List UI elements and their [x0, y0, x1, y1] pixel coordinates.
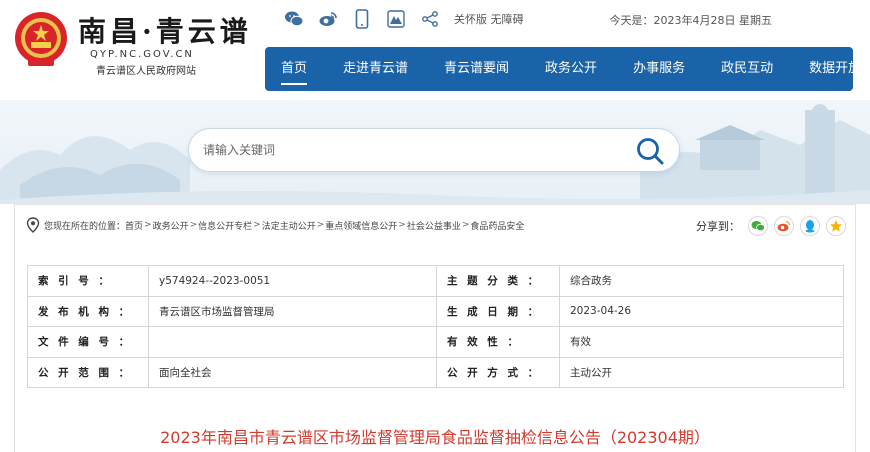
- table-row: 发 布 机 构 ： 青云谱区市场监督管理局 生 成 日 期 ： 2023-04-…: [27, 295, 844, 327]
- nav-item-open-data[interactable]: 数据开放: [809, 47, 861, 91]
- breadcrumb-separator: >: [189, 220, 198, 230]
- meta-value-scope: 面向全社会: [148, 356, 437, 388]
- share-icon[interactable]: [418, 8, 442, 30]
- nav-item-interaction[interactable]: 政民互动: [721, 47, 773, 91]
- breadcrumb-separator: >: [398, 220, 406, 230]
- top-toolbar: 关怀版 无障碍: [282, 8, 524, 30]
- breadcrumb-item-home[interactable]: 首页: [125, 219, 143, 232]
- meta-key-publisher: 发 布 机 构 ：: [27, 295, 149, 327]
- meta-key-created-date: 生 成 日 期 ：: [436, 295, 560, 327]
- search-input[interactable]: [203, 129, 623, 171]
- qq-icon: [805, 220, 815, 233]
- wechat-icon: [751, 221, 765, 232]
- breadcrumb-separator: >: [144, 220, 152, 230]
- table-row: 公 开 范 围 ： 面向全社会 公 开 方 式 ： 主动公开: [27, 356, 844, 388]
- meta-key-doc-number: 文 件 编 号 ：: [27, 326, 149, 358]
- search-button[interactable]: [633, 135, 667, 167]
- main-nav: 首页 走进青云谱 青云谱要闻 政务公开 办事服务 政民互动 数据开放: [265, 47, 861, 91]
- meta-key-validity: 有 效 性 ：: [436, 326, 560, 358]
- site-domain: QYP.NC.GOV.CN: [90, 49, 194, 60]
- accessibility-link[interactable]: 关怀版 无障碍: [454, 11, 524, 27]
- meta-value-created-date: 2023-04-26: [559, 295, 844, 327]
- meta-value-publisher: 青云谱区市场监督管理局: [148, 295, 437, 327]
- breadcrumb-separator: >: [461, 220, 470, 230]
- mobile-icon[interactable]: [350, 8, 374, 30]
- article-title: 2023年南昌市青云谱区市场监督管理局食品监督抽检信息公告（202304期）: [160, 428, 710, 447]
- wechat-icon[interactable]: [282, 8, 306, 30]
- weibo-icon[interactable]: [316, 8, 340, 30]
- meta-value-category: 综合政务: [559, 265, 844, 297]
- meta-key-scope: 公 开 范 围 ：: [27, 356, 149, 388]
- nav-item-about[interactable]: 走进青云谱: [343, 47, 408, 91]
- share-wechat-button[interactable]: [748, 216, 768, 236]
- breadcrumb-item-food-drug[interactable]: 食品药品安全: [470, 219, 524, 232]
- meta-key-method: 公 开 方 式 ：: [436, 356, 560, 388]
- search-icon: [637, 138, 664, 165]
- search-box: [188, 128, 680, 172]
- breadcrumb-item-public-welfare[interactable]: 社会公益事业: [407, 219, 461, 232]
- qzone-star-icon: [830, 220, 842, 232]
- breadcrumb-separator: >: [253, 220, 261, 230]
- meta-value-index-no: y574924--2023-0051: [148, 265, 437, 297]
- table-row: 索 引 号 ： y574924--2023-0051 主 题 分 类 ： 综合政…: [27, 265, 844, 297]
- site-subtitle: 青云谱区人民政府网站: [96, 66, 196, 77]
- document-meta-table: 索 引 号 ： y574924--2023-0051 主 题 分 类 ： 综合政…: [27, 265, 844, 388]
- app-icon[interactable]: [384, 8, 408, 30]
- breadcrumb: 您现在所在的位置： 首页 > 政务公开 > 信息公开专栏 > 法定主动公开 > …: [26, 217, 524, 233]
- nav-item-news[interactable]: 青云谱要闻: [444, 47, 509, 91]
- share-qzone-button[interactable]: [826, 216, 846, 236]
- national-emblem-icon: [15, 12, 67, 66]
- site-name-logo[interactable]: 南昌·青云谱: [78, 10, 252, 50]
- breadcrumb-item-key-areas[interactable]: 重点领域信息公开: [325, 219, 397, 232]
- meta-value-validity: 有效: [559, 326, 844, 358]
- weibo-icon: [777, 220, 791, 232]
- breadcrumb-separator: >: [316, 220, 325, 230]
- breadcrumb-prefix: 您现在所在的位置：: [44, 221, 126, 232]
- share-bar: 分享到：: [696, 216, 852, 236]
- nav-item-home[interactable]: 首页: [281, 47, 308, 91]
- location-pin-icon: [26, 217, 40, 233]
- breadcrumb-item-info-column[interactable]: 信息公开专栏: [198, 219, 252, 232]
- nav-item-services[interactable]: 办事服务: [633, 47, 685, 91]
- date-display: 今天是：2023年4月28日 星期五: [609, 14, 773, 27]
- meta-key-category: 主 题 分 类 ：: [436, 265, 560, 297]
- meta-value-method: 主动公开: [559, 356, 844, 388]
- site-header: 南昌·青云谱 QYP.NC.GOV.CN 青云谱区人民政府网站 关怀版 无障碍 …: [0, 0, 870, 100]
- breadcrumb-item-gov-info[interactable]: 政务公开: [153, 219, 189, 232]
- nav-item-gov-info[interactable]: 政务公开: [545, 47, 597, 91]
- meta-value-doc-number: [148, 326, 437, 358]
- table-row: 文 件 编 号 ： 有 效 性 ： 有效: [27, 326, 844, 358]
- share-weibo-button[interactable]: [774, 216, 794, 236]
- breadcrumb-item-statutory[interactable]: 法定主动公开: [262, 219, 316, 232]
- share-qq-button[interactable]: [800, 216, 820, 236]
- share-label: 分享到：: [696, 220, 740, 233]
- meta-key-index-no: 索 引 号 ：: [27, 265, 149, 297]
